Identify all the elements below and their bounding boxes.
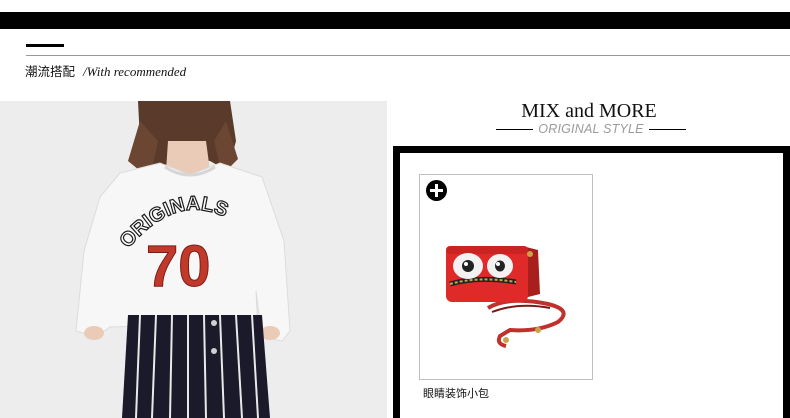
- top-bar: [0, 12, 790, 29]
- subtitle-rule-right: [649, 129, 686, 130]
- section-heading: 潮流搭配/With recommended: [25, 63, 186, 81]
- section-title-zh: 潮流搭配: [25, 64, 76, 79]
- plus-circle-icon[interactable]: [426, 180, 447, 201]
- section-title-en: /With recommended: [83, 64, 187, 79]
- section-rule: [26, 55, 790, 56]
- model-photo: ORIGINALS 70: [0, 101, 387, 418]
- product-name[interactable]: 眼睛装饰小包: [423, 386, 489, 402]
- product-image[interactable]: [438, 236, 578, 353]
- section-rule-accent: [26, 44, 64, 47]
- feature-subtitle-block: ORIGINAL STYLE: [496, 121, 686, 137]
- feature-title: MIX and MORE: [521, 100, 657, 122]
- svg-text:70: 70: [146, 234, 211, 299]
